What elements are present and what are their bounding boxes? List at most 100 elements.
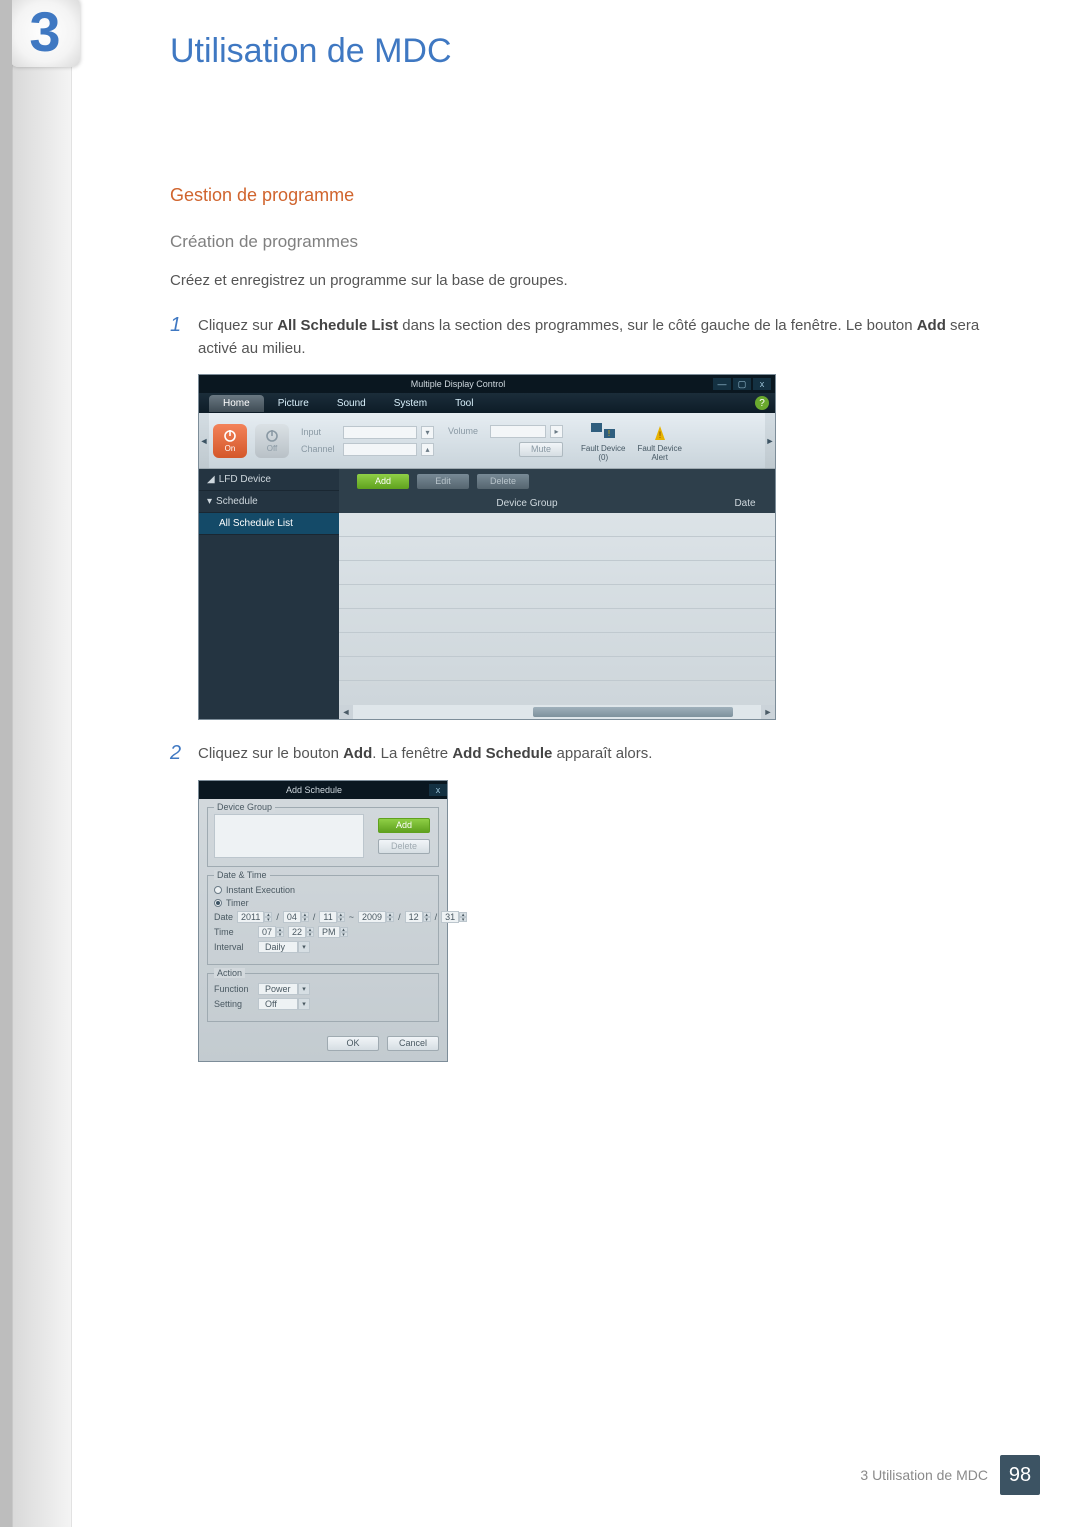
svg-text:!: ! xyxy=(658,430,661,440)
device-add-button[interactable]: Add xyxy=(378,818,430,833)
device-group-fieldset: Device Group Add Delete xyxy=(207,807,439,867)
horizontal-scrollbar[interactable]: ◄ ► xyxy=(339,705,775,719)
step-number: 1 xyxy=(170,314,198,361)
instant-execution-radio[interactable]: Instant Execution xyxy=(214,885,432,895)
channel-spinner[interactable] xyxy=(343,443,417,456)
time-label: Time xyxy=(214,927,254,937)
close-button[interactable]: x xyxy=(753,378,771,390)
section-heading: Gestion de programme xyxy=(170,185,1000,206)
date-year1-spinner[interactable]: 2011▴▾ xyxy=(237,911,272,923)
col-date[interactable]: Date xyxy=(715,498,775,509)
date-month2-spinner[interactable]: 12▴▾ xyxy=(405,911,431,923)
setting-row: Setting Off▾ xyxy=(214,998,432,1010)
tree-schedule[interactable]: ▾Schedule xyxy=(199,491,339,513)
scrollbar-thumb[interactable] xyxy=(533,707,733,717)
step-text: Cliquez sur All Schedule List dans la se… xyxy=(198,314,1000,361)
tree-all-schedule-list[interactable]: All Schedule List xyxy=(199,513,339,535)
scroll-right-icon[interactable]: ► xyxy=(761,705,775,719)
menu-picture[interactable]: Picture xyxy=(264,395,323,412)
menu-tool[interactable]: Tool xyxy=(441,395,487,412)
menu-system[interactable]: System xyxy=(380,395,441,412)
chapter-number: 3 xyxy=(29,4,60,60)
date-label: Date xyxy=(214,912,233,922)
scroll-left-button[interactable]: ◄ xyxy=(199,413,209,468)
dialog-footer: OK Cancel xyxy=(199,1030,447,1061)
date-day1-spinner[interactable]: 11▴▾ xyxy=(319,911,344,923)
function-select[interactable]: Power▾ xyxy=(258,983,310,995)
col-device-group[interactable]: Device Group xyxy=(339,498,715,509)
chevron-down-icon[interactable]: ▾ xyxy=(421,426,434,439)
power-icon xyxy=(264,428,280,444)
volume-label: Volume xyxy=(448,426,486,436)
fault-device-count[interactable]: ! Fault Device (0) xyxy=(581,420,625,462)
radio-on-icon xyxy=(214,899,222,907)
delete-button[interactable]: Delete xyxy=(477,474,529,489)
time-hour-spinner[interactable]: 07▴▾ xyxy=(258,926,284,938)
column-header: Device Group Date xyxy=(339,493,775,513)
dialog-titlebar: Add Schedule x xyxy=(199,781,447,799)
alert-icon: ! xyxy=(646,420,674,444)
subsection-heading: Création de programmes xyxy=(170,232,1000,252)
spinner-icon[interactable]: ▴ xyxy=(421,443,434,456)
page-number: 98 xyxy=(1000,1455,1040,1495)
time-min-spinner[interactable]: 22▴▾ xyxy=(288,926,314,938)
mdc-sidebar: ◢LFD Device ▾Schedule All Schedule List xyxy=(199,469,339,719)
scroll-right-button[interactable]: ► xyxy=(765,413,775,468)
device-group-list[interactable] xyxy=(214,814,364,858)
menu-sound[interactable]: Sound xyxy=(323,395,380,412)
monitor-icon: ! xyxy=(589,420,617,444)
date-month1-spinner[interactable]: 04▴▾ xyxy=(283,911,309,923)
action-fieldset: Action Function Power▾ Setting Off▾ xyxy=(207,973,439,1022)
content-area: Gestion de programme Création de program… xyxy=(170,185,1000,1062)
input-label: Input xyxy=(301,427,339,437)
maximize-button[interactable]: ▢ xyxy=(733,378,751,390)
intro-text: Créez et enregistrez un programme sur la… xyxy=(170,270,1000,292)
sidebar-fill xyxy=(199,535,339,719)
volume-play-icon[interactable]: ▸ xyxy=(550,425,563,438)
power-off-button[interactable]: Off xyxy=(255,424,289,458)
interval-select[interactable]: Daily▾ xyxy=(258,941,310,953)
timer-radio[interactable]: Timer xyxy=(214,898,432,908)
tree-lfd-device[interactable]: ◢LFD Device xyxy=(199,469,339,491)
window-buttons: — ▢ x xyxy=(713,378,771,390)
interval-row: Interval Daily▾ xyxy=(214,941,432,953)
channel-label: Channel xyxy=(301,444,339,454)
chapter-badge: 3 xyxy=(10,0,80,67)
input-select[interactable] xyxy=(343,426,417,439)
mdc-title: Multiple Display Control xyxy=(203,379,713,389)
volume-field[interactable] xyxy=(490,425,546,438)
power-on-button[interactable]: On xyxy=(213,424,247,458)
chapter-title: Utilisation de MDC xyxy=(170,32,452,71)
date-year2-spinner[interactable]: 2009▴▾ xyxy=(358,911,394,923)
mdc-body: ◢LFD Device ▾Schedule All Schedule List … xyxy=(199,469,775,719)
device-delete-button[interactable]: Delete xyxy=(378,839,430,854)
footer-breadcrumb: 3 Utilisation de MDC xyxy=(860,1467,988,1483)
time-ampm-spinner[interactable]: PM▴▾ xyxy=(318,926,348,938)
mdc-main: Add Edit Delete Device Group Date ◄ xyxy=(339,469,775,719)
fault-group: ! Fault Device (0) ! Fault Device Alert xyxy=(581,420,682,462)
cancel-button[interactable]: Cancel xyxy=(387,1036,439,1051)
add-schedule-dialog: Add Schedule x Device Group Add Delete D… xyxy=(198,780,448,1062)
ok-button[interactable]: OK xyxy=(327,1036,379,1051)
svg-text:!: ! xyxy=(608,429,610,438)
dialog-close-button[interactable]: x xyxy=(429,784,447,796)
setting-select[interactable]: Off▾ xyxy=(258,998,310,1010)
legend-datetime: Date & Time xyxy=(214,870,270,880)
mdc-menubar: Home Picture Sound System Tool ? xyxy=(199,393,775,413)
mute-button[interactable]: Mute xyxy=(519,442,563,457)
schedule-grid xyxy=(339,513,775,705)
fault-device-alert[interactable]: ! Fault Device Alert xyxy=(637,420,681,462)
help-button[interactable]: ? xyxy=(755,396,769,410)
scroll-left-icon[interactable]: ◄ xyxy=(339,705,353,719)
step-text: Cliquez sur le bouton Add. La fenêtre Ad… xyxy=(198,742,652,765)
chevron-down-icon: ▾ xyxy=(298,983,310,995)
mdc-window: Multiple Display Control — ▢ x Home Pict… xyxy=(198,374,776,720)
radio-off-icon xyxy=(214,886,222,894)
date-day2-spinner[interactable]: 31▴▾ xyxy=(441,911,467,923)
minimize-button[interactable]: — xyxy=(713,378,731,390)
legend-device-group: Device Group xyxy=(214,802,275,812)
date-row: Date 2011▴▾/ 04▴▾/ 11▴▾ ~ 2009▴▾/ 12▴▾/ … xyxy=(214,911,432,923)
add-button[interactable]: Add xyxy=(357,474,409,489)
edit-button[interactable]: Edit xyxy=(417,474,469,489)
menu-home[interactable]: Home xyxy=(209,395,264,412)
